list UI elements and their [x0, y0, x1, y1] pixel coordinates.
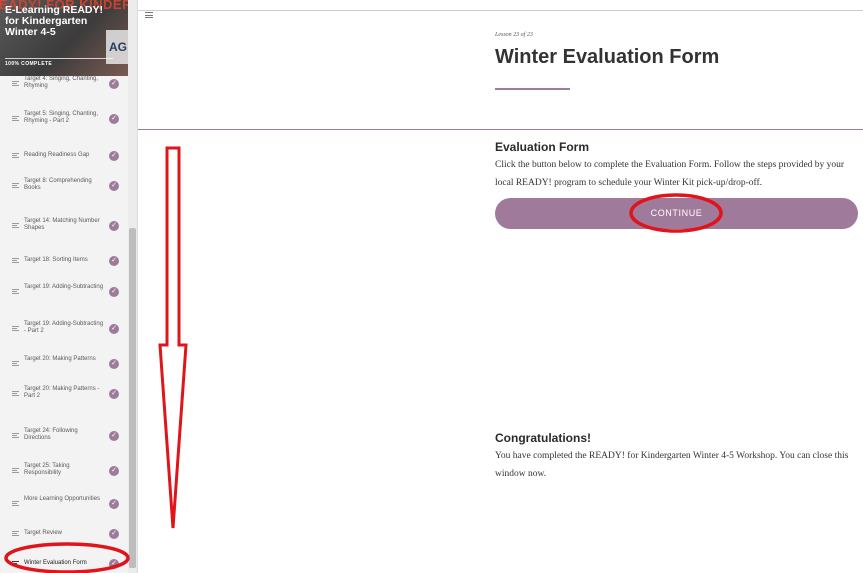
sidebar-lesson-label: Target 4: Singing, Chanting, Rhyming	[24, 76, 99, 89]
check-circle-icon: ✓	[109, 529, 119, 539]
check-circle-icon: ✓	[109, 559, 119, 569]
sidebar-lesson-item[interactable]: Target 5: Singing, Chanting, Rhyming - P…	[0, 109, 128, 129]
sidebar-lesson-label: Target 24: Following Directions	[24, 428, 78, 441]
sidebar-lesson-item[interactable]: Target 20: Making Patterns - Part 2 ✓	[0, 384, 128, 404]
check-circle-icon: ✓	[109, 221, 119, 231]
sidebar-lesson-item[interactable]: More Learning Opportunities ✓	[0, 494, 128, 514]
sidebar-lesson-label: Target 20: Making Patterns	[24, 356, 96, 362]
sidebar-lesson-label: Reading Readiness Gap	[24, 152, 90, 158]
check-circle-icon: ✓	[109, 114, 119, 124]
lesson-lines-icon	[12, 153, 19, 158]
lesson-lines-icon	[12, 116, 19, 121]
sidebar-lesson-label: Target Review	[24, 530, 63, 536]
lesson-lines-icon	[12, 326, 19, 331]
lesson-lines-icon	[12, 289, 19, 294]
lesson-lines-icon	[12, 468, 19, 473]
sidebar-lesson-label: Target 8: Comprehending Books	[24, 178, 92, 191]
lesson-lines-icon	[12, 81, 19, 86]
lesson-lines-icon	[12, 561, 19, 566]
sidebar-lesson-item[interactable]: Winter Evaluation Form ✓	[0, 554, 128, 573]
lesson-lines-icon	[12, 361, 19, 366]
lesson-counter: Lesson 23 of 23	[495, 32, 533, 38]
lesson-lines-icon	[12, 223, 19, 228]
sidebar-lesson-item[interactable]: Target 4: Singing, Chanting, Rhyming ✓	[0, 74, 128, 94]
sidebar-lesson-item[interactable]: Target 25: Taking Responsibility ✓	[0, 461, 128, 481]
check-circle-icon: ✓	[109, 287, 119, 297]
continue-button[interactable]: CONTINUE	[495, 198, 858, 229]
sidebar-lesson-item[interactable]: Target 19: Adding-Subtracting ✓	[0, 282, 128, 302]
sidebar-lesson-label: Target 14: Matching Number Shapes	[24, 218, 100, 231]
sidebar-lesson-item[interactable]: Target 19: Adding-Subtracting - Part 2 ✓	[0, 319, 128, 339]
sidebar-lesson-item[interactable]: Target 18: Sorting Items ✓	[0, 251, 128, 271]
section-divider	[138, 129, 863, 130]
page-title: Winter Evaluation Form	[495, 46, 720, 68]
check-circle-icon: ✓	[109, 431, 119, 441]
sidebar-lesson-label: Target 18: Sorting Items	[24, 257, 88, 263]
sidebar-lesson-item[interactable]: Target Review ✓	[0, 524, 128, 544]
sidebar-lesson-item[interactable]: Target 14: Matching Number Shapes ✓	[0, 216, 128, 236]
scrollbar-thumb[interactable]	[129, 228, 136, 568]
scroll-down-arrow-annotation	[158, 146, 188, 529]
sidebar-lesson-label: More Learning Opportunities	[24, 496, 101, 502]
sidebar-lesson-label: Target 25: Taking Responsibility	[24, 463, 70, 476]
check-circle-icon: ✓	[109, 181, 119, 191]
check-circle-icon: ✓	[109, 466, 119, 476]
sidebar-lesson-item[interactable]: Target 24: Following Directions ✓	[0, 426, 128, 446]
sidebar-lesson-label: Target 19: Adding-Subtracting - Part 2	[24, 321, 104, 334]
course-banner: READY! FOR KINDER AG E-Learning READY! f…	[0, 0, 128, 76]
sidebar: READY! FOR KINDER AG E-Learning READY! f…	[0, 0, 138, 573]
lesson-lines-icon	[12, 258, 19, 263]
check-circle-icon: ✓	[109, 359, 119, 369]
title-underline	[495, 88, 570, 90]
sidebar-lesson-item[interactable]: Target 8: Comprehending Books ✓	[0, 176, 128, 196]
check-circle-icon: ✓	[109, 151, 119, 161]
sidebar-lesson-label: Target 19: Adding-Subtracting	[24, 284, 104, 290]
progress-bar	[5, 58, 113, 59]
congrats-heading: Congratulations!	[495, 431, 591, 445]
evaluation-heading: Evaluation Form	[495, 140, 590, 154]
sidebar-lesson-label: Winter Evaluation Form	[24, 560, 87, 566]
evaluation-text: Click the button below to complete the E…	[495, 160, 845, 188]
lesson-lines-icon	[12, 433, 19, 438]
congrats-text: You have completed the READY! for Kinder…	[495, 451, 849, 479]
lesson-lines-icon	[12, 501, 19, 506]
check-circle-icon: ✓	[109, 256, 119, 266]
sidebar-lesson-item[interactable]: Target 20: Making Patterns ✓	[0, 354, 128, 374]
check-circle-icon: ✓	[109, 79, 119, 89]
top-divider	[138, 10, 863, 11]
hamburger-menu-icon[interactable]	[145, 12, 153, 18]
progress-text: 100% COMPLETE	[5, 61, 53, 67]
sidebar-lesson-item[interactable]: Reading Readiness Gap ✓	[0, 146, 128, 166]
check-circle-icon: ✓	[109, 499, 119, 509]
lesson-lines-icon	[12, 531, 19, 536]
sidebar-lesson-label: Target 5: Singing, Chanting, Rhyming - P…	[24, 111, 99, 124]
lesson-lines-icon	[12, 391, 19, 396]
course-title: E-Learning READY! for Kindergarten Winte…	[5, 4, 104, 38]
sidebar-lesson-label: Target 20: Making Patterns - Part 2	[24, 386, 100, 399]
check-circle-icon: ✓	[109, 389, 119, 399]
lesson-lines-icon	[12, 183, 19, 188]
check-circle-icon: ✓	[109, 324, 119, 334]
sidebar-scrollbar[interactable]	[128, 0, 137, 573]
